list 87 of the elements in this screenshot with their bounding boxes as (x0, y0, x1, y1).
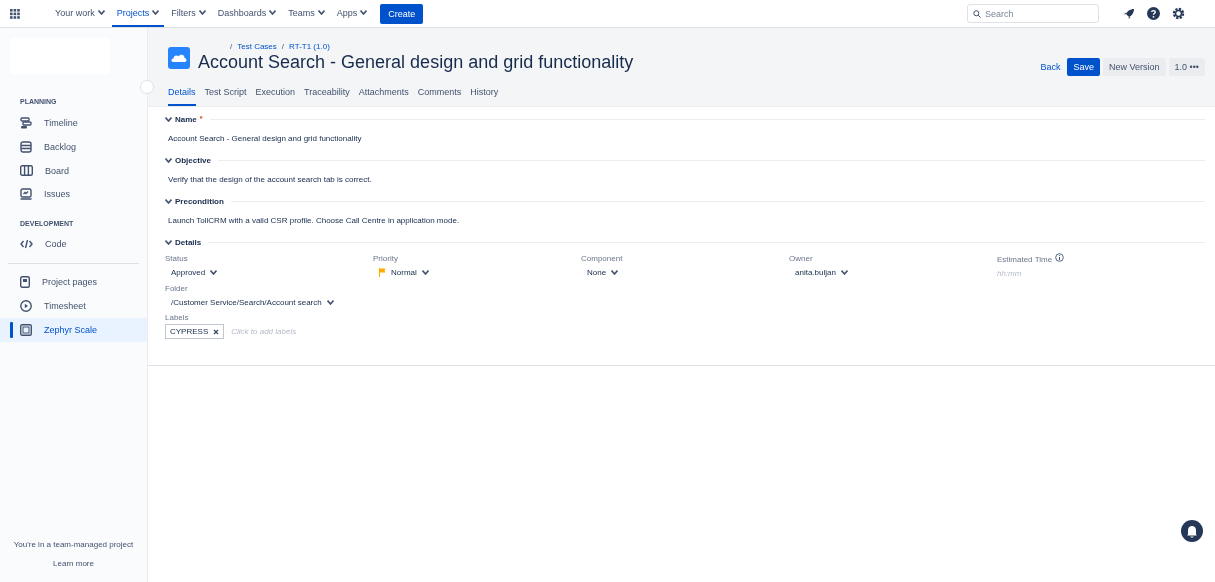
tab[interactable]: History (470, 84, 499, 106)
collapse-handle[interactable] (140, 80, 154, 94)
caret-icon (317, 10, 325, 15)
breadcrumb-separator: / (230, 42, 233, 51)
caret-icon (97, 10, 105, 15)
help-icon[interactable] (1147, 7, 1160, 20)
cloud-avatar-icon (168, 47, 190, 69)
sidebar-item[interactable]: Zephyr Scale (0, 318, 147, 342)
search-icon (973, 9, 981, 18)
tab[interactable]: Traceability (304, 84, 350, 106)
board-icon (20, 165, 33, 176)
caret-icon (269, 10, 277, 15)
field-label: Status (165, 254, 188, 263)
field-label: Folder (165, 284, 188, 293)
caret-icon (165, 117, 172, 122)
folder-select[interactable]: /Customer Service/Search/Account search (165, 293, 1205, 312)
tab[interactable]: Execution (255, 84, 296, 106)
select-field[interactable]: anita.buljan (789, 263, 997, 282)
tab[interactable]: Details (168, 84, 196, 106)
play-icon (20, 300, 32, 312)
learn-more-link[interactable]: Learn more (53, 559, 94, 568)
page-title: Account Search - General design and grid functionality (198, 52, 634, 73)
breadcrumb-separator: / (281, 42, 285, 51)
timeline-icon (20, 117, 32, 129)
nav-menu[interactable]: Your work (50, 0, 110, 27)
section-heading[interactable]: Precondition (175, 197, 224, 206)
info-icon (1054, 253, 1064, 262)
breadcrumb-link[interactable]: RT-T1 (1.0) (289, 42, 330, 51)
sidebar-item[interactable]: Issues (0, 182, 147, 206)
version-menu-button[interactable]: 1.0 ••• (1168, 58, 1205, 76)
save-button[interactable]: Save (1067, 58, 1100, 76)
tab[interactable]: Comments (417, 84, 462, 106)
code-icon (20, 239, 33, 249)
select-field[interactable]: Approved (165, 263, 373, 282)
app-switcher-icon[interactable] (10, 8, 20, 19)
caret-icon (611, 270, 619, 275)
caret-icon (360, 10, 368, 15)
caret-icon (152, 10, 160, 15)
create-button[interactable]: Create (380, 3, 424, 24)
caret-icon (165, 240, 172, 245)
flag-icon (379, 268, 386, 277)
sidebar-item[interactable]: Timeline (0, 111, 147, 135)
breadcrumb-link[interactable]: Test Cases (237, 42, 277, 51)
nav-menu[interactable]: Teams (283, 0, 330, 27)
rocket-icon[interactable] (1123, 7, 1135, 20)
section-text: Launch TollCRM with a valid CSR profile. Choose Call Centre in application mode. (167, 215, 461, 227)
section-heading[interactable]: Name (175, 115, 197, 124)
field-label: Labels (165, 313, 189, 322)
nav-menu[interactable]: Apps (331, 0, 373, 27)
select-field[interactable]: None (581, 263, 789, 282)
tab[interactable]: Attachments (358, 84, 409, 106)
caret-icon (421, 270, 429, 275)
field-label: Priority (373, 254, 398, 263)
section-heading[interactable]: Details (175, 238, 202, 247)
caret-icon (326, 300, 334, 305)
back-link[interactable]: Back (1036, 62, 1065, 72)
sidebar-item[interactable]: Timesheet (0, 294, 147, 318)
priority-select[interactable]: Normal (373, 263, 581, 282)
nav-menu[interactable]: Dashboards (212, 0, 282, 27)
field-label: Estimated Time (997, 255, 1053, 264)
sidebar-item[interactable]: Backlog (0, 135, 147, 159)
field-label: Owner (789, 254, 813, 263)
nav-menu[interactable]: Filters (166, 0, 211, 27)
project-type-note: You're in a team-managed project (13, 540, 134, 549)
issues-icon (20, 188, 32, 200)
section-heading[interactable]: Objective (175, 156, 211, 165)
backlog-icon (20, 141, 32, 153)
search-field[interactable]: Search (967, 4, 1099, 23)
field-label: Component (581, 254, 623, 263)
caret-icon (210, 270, 218, 275)
caret-icon (840, 270, 848, 275)
label-tag: CYPRESS (165, 324, 225, 339)
sidebar-item[interactable]: Project pages (0, 270, 147, 294)
page-icon (20, 276, 30, 288)
sidebar-item[interactable]: Code (0, 233, 147, 255)
app-icon (20, 324, 32, 336)
section-text: Account Search - General design and grid functionality (167, 133, 363, 145)
settings-icon[interactable] (1172, 7, 1185, 20)
sidebar-item[interactable]: Board (0, 159, 147, 182)
section-text: Verify that the design of the account search tab is correct. (167, 174, 373, 186)
caret-icon (165, 158, 172, 163)
notification-bell-icon[interactable] (1181, 520, 1203, 542)
tab[interactable]: Test Script (204, 84, 247, 106)
caret-icon (165, 199, 172, 204)
new-version-button[interactable]: New Version (1103, 58, 1166, 76)
remove-icon[interactable] (213, 328, 220, 335)
caret-icon (198, 10, 206, 15)
